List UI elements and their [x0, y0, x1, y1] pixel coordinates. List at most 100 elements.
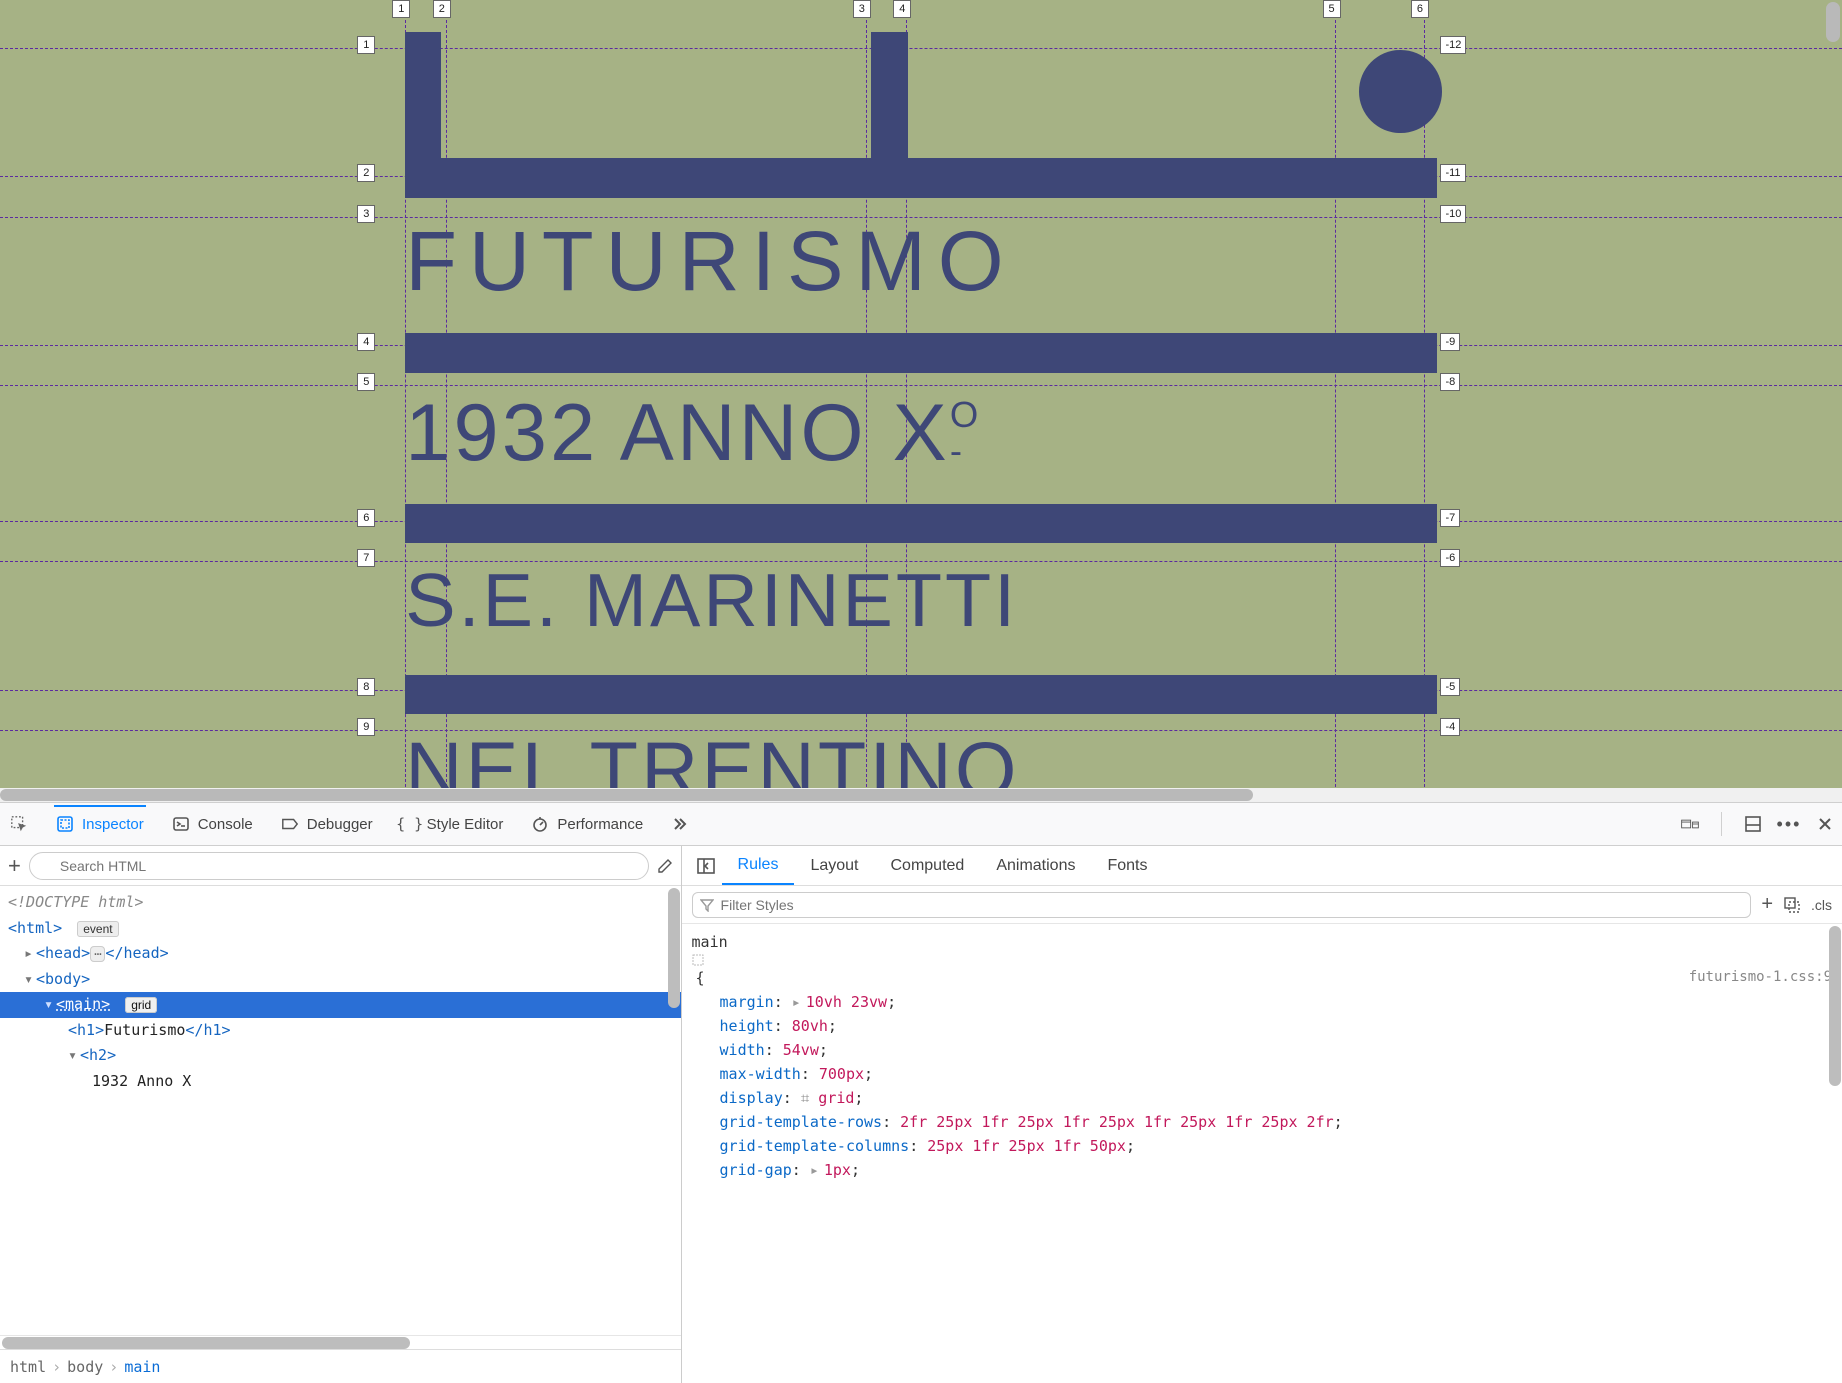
rule-selector[interactable]: main — [692, 933, 728, 951]
poster-block — [871, 32, 907, 158]
grid-swatch-icon[interactable] — [692, 954, 1832, 966]
css-declaration[interactable]: grid-template-columns: 25px 1fr 25px 1fr… — [692, 1134, 1832, 1158]
page-viewport: 1 2 3 4 5 6 1 2 3 4 5 6 7 8 9 -12 -11 -1… — [0, 0, 1842, 802]
tab-console-label: Console — [198, 816, 253, 833]
css-declaration[interactable]: height: 80vh; — [692, 1014, 1832, 1038]
chevrons-right-icon — [671, 815, 689, 833]
grid-col-label: 4 — [893, 0, 911, 18]
page-content: 1 2 3 4 5 6 1 2 3 4 5 6 7 8 9 -12 -11 -1… — [0, 0, 1842, 802]
tree-row-h2-text[interactable]: 1932 Anno X — [0, 1069, 681, 1095]
rule-source-link[interactable]: futurismo-1.css:9 — [1689, 966, 1832, 988]
chevron-right-icon: › — [52, 1358, 61, 1376]
breadcrumb-body[interactable]: body — [67, 1358, 103, 1376]
tree-row-head[interactable]: ▸<head>⋯</head> — [0, 941, 681, 967]
grid-row-label-neg: -7 — [1440, 509, 1460, 527]
tab-animations[interactable]: Animations — [980, 846, 1091, 885]
search-html-input[interactable] — [29, 852, 649, 880]
markup-tree[interactable]: <!DOCTYPE html> <html> event ▸<head>⋯</h… — [0, 886, 681, 1335]
scrollbar-thumb[interactable] — [2, 1337, 410, 1349]
tab-rules[interactable]: Rules — [722, 846, 795, 885]
tab-inspector-label: Inspector — [82, 816, 144, 833]
console-icon — [172, 815, 190, 833]
tabs-overflow-button[interactable] — [669, 805, 691, 843]
tree-row-h2[interactable]: ▾<h2> — [0, 1043, 681, 1069]
markup-vertical-scrollbar[interactable] — [667, 886, 681, 1335]
page-horizontal-scrollbar-track[interactable] — [0, 788, 1842, 802]
css-declaration[interactable]: grid-gap: ▸1px; — [692, 1158, 1832, 1182]
css-declaration[interactable]: max-width: 700px; — [692, 1062, 1832, 1086]
grid-icon[interactable]: ⌗ — [801, 1089, 818, 1107]
grid-col-label: 1 — [392, 0, 410, 18]
tree-row-doctype[interactable]: <!DOCTYPE html> — [0, 890, 681, 916]
scrollbar-thumb[interactable] — [668, 888, 680, 1008]
breadcrumb-html[interactable]: html — [10, 1358, 46, 1376]
edit-html-button[interactable] — [657, 858, 673, 874]
grid-row-label: 2 — [357, 164, 375, 182]
dock-side-button[interactable] — [1744, 815, 1762, 833]
expander-icon[interactable]: ▸ — [810, 1158, 824, 1182]
add-rule-button[interactable]: + — [1761, 893, 1773, 916]
grid-row-label: 5 — [357, 373, 375, 391]
tab-style-editor[interactable]: { } Style Editor — [399, 805, 506, 843]
grid-row-label: 8 — [357, 678, 375, 696]
debugger-icon — [281, 815, 299, 833]
grid-row-label-neg: -6 — [1440, 549, 1460, 567]
pick-element-button[interactable] — [8, 805, 30, 843]
tree-row-h1[interactable]: <h1>Futurismo</h1> — [0, 1018, 681, 1044]
markup-horizontal-scrollbar[interactable] — [0, 1335, 681, 1349]
poster-bar — [405, 158, 1437, 198]
rules-toolbar: + .cls — [682, 886, 1842, 924]
tree-row-body[interactable]: ▾<body> — [0, 967, 681, 993]
grid-row-label-neg: -8 — [1440, 373, 1460, 391]
rules-tabs: Rules Layout Computed Animations Fonts — [682, 846, 1842, 886]
rules-vertical-scrollbar[interactable] — [1828, 924, 1842, 1383]
breadcrumb-main[interactable]: main — [124, 1358, 160, 1376]
css-declaration[interactable]: width: 54vw; — [692, 1038, 1832, 1062]
cls-toggle-button[interactable]: .cls — [1811, 897, 1832, 913]
filter-styles-input[interactable] — [692, 892, 1752, 918]
add-node-button[interactable]: + — [8, 853, 21, 879]
poster-line-2-sup: O — [950, 394, 982, 435]
tab-fonts[interactable]: Fonts — [1091, 846, 1163, 885]
poster-line-2-text: 1932 ANNO X — [405, 388, 950, 478]
tab-performance-label: Performance — [557, 816, 643, 833]
grid-row-label: 9 — [357, 718, 375, 736]
tab-debugger[interactable]: Debugger — [279, 805, 375, 843]
poster-bar — [405, 675, 1437, 715]
responsive-design-button[interactable] — [1681, 815, 1699, 833]
expander-icon[interactable]: ▸ — [792, 990, 806, 1014]
grid-badge[interactable]: grid — [125, 997, 157, 1013]
toggle-sidebar-button[interactable] — [690, 846, 722, 885]
tab-console[interactable]: Console — [170, 805, 255, 843]
tab-performance[interactable]: Performance — [529, 805, 645, 843]
pseudo-class-button[interactable] — [1783, 896, 1801, 914]
poster-line-2-sub: - — [950, 430, 965, 471]
pick-element-icon — [10, 815, 28, 833]
devtools-body: + <!DOCTYPE html> <html> event ▸<head>⋯<… — [0, 846, 1842, 1383]
toolbar-divider — [1721, 812, 1722, 836]
devtools-menu-button[interactable]: ••• — [1780, 815, 1798, 833]
ellipsis-icon: ⋯ — [90, 946, 105, 962]
tab-layout[interactable]: Layout — [794, 846, 874, 885]
devtools-close-button[interactable] — [1816, 815, 1834, 833]
grid-col-label: 2 — [433, 0, 451, 18]
css-declaration[interactable]: margin: ▸10vh 23vw; — [692, 990, 1832, 1014]
tab-computed[interactable]: Computed — [874, 846, 980, 885]
inspector-icon — [56, 815, 74, 833]
grid-col-label: 3 — [853, 0, 871, 18]
page-horizontal-scrollbar-thumb[interactable] — [0, 789, 1253, 801]
performance-icon — [531, 815, 549, 833]
scrollbar-thumb[interactable] — [1829, 926, 1841, 1086]
poster-line-1: FUTURISMO — [405, 219, 1015, 304]
tree-row-html[interactable]: <html> event — [0, 916, 681, 942]
css-declaration[interactable]: grid-template-rows: 2fr 25px 1fr 25px 1f… — [692, 1110, 1832, 1134]
poster-bar — [405, 333, 1437, 373]
page-vertical-scrollbar[interactable] — [1826, 2, 1840, 42]
rules-list[interactable]: main { futurismo-1.css:9 margin: ▸10vh 2… — [682, 924, 1842, 1383]
css-declaration[interactable]: display: ⌗ grid; — [692, 1086, 1832, 1110]
tab-inspector[interactable]: Inspector — [54, 805, 146, 843]
grid-row-label-neg: -5 — [1440, 678, 1460, 696]
poster-circle — [1359, 50, 1442, 133]
tree-row-main-selected[interactable]: ▾<main> grid — [0, 992, 681, 1018]
event-badge[interactable]: event — [77, 921, 118, 937]
